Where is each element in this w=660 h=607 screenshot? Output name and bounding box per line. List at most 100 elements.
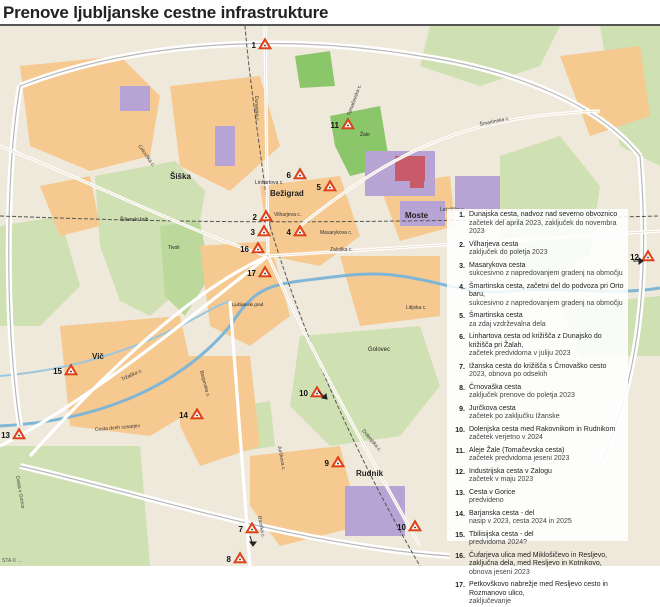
legend-item-text: Šmartinska cesta za zdaj vzdrževalna dela [469,312,546,329]
legend-item: 9. Jurčkova cesta začetek po zaključku Iža… [453,405,624,422]
worker-icon [329,186,331,189]
legend-item-number: 9. [459,405,465,413]
worker-icon [257,248,259,251]
legend-item: 1. Dunajska cesta, nadvoz nad severno obv… [453,211,624,237]
legend-item-name: Jurčkova cesta [469,404,516,412]
legend-item-description: začetek predvidoma v juliju 2023 [469,350,571,357]
legend-item-text: Vilharjeva cesta zaključek do poletja 202… [469,241,548,258]
legend-item-name: Petkovškovo nabrežje med Resljevo cesto … [469,581,608,597]
legend-item-text: Tbilisijska cesta - del predvidoma 2024? [469,531,534,548]
legend-item-text: Dunajska cesta, nadvoz nad severno obvoz… [469,211,624,237]
street-label-dunajska: Dunajska c. [253,96,260,122]
legend-item-number: 4. [459,283,465,291]
legend-item-number: 8. [459,384,465,392]
marker-number: 3 [251,228,256,237]
area-label-siska: Šiška [170,172,191,181]
worker-icon [264,272,266,275]
worker-icon [347,124,349,127]
legend-item-description: za zdaj vzdrževalna dela [469,320,546,328]
credit: STA © ... [2,558,22,564]
worker-icon [239,558,241,561]
legend-item-number: 16. [455,552,465,560]
legend-item-name: Črnovaška cesta [469,383,522,391]
legend-item-name: Aleje Žale (Tomačevska cesta) [469,446,565,454]
map-title: Prenove ljubljanske cestne infrastruktur… [3,3,329,22]
worker-icon [251,528,253,531]
marker-number: 16 [240,245,249,254]
legend-item-text: Ižanska cesta do križišča s Črnovaško ce… [469,363,606,380]
area-label-golovec: Golovec [368,347,390,353]
marker-number: 6 [287,171,292,180]
legend-item-text: Industrijska cesta v Zalogu začetek v maj… [469,468,552,485]
marker-number: 9 [325,459,330,468]
worker-icon [316,392,318,395]
legend-item: 13. Cesta v Gorice predvideno [453,489,624,506]
area-label-vic: Vič [92,352,104,361]
legend-item: 12. Industrijska cesta v Zalogu začetek v … [453,468,624,485]
marker-number: 10 [299,389,308,398]
project-legend: 1. Dunajska cesta, nadvoz nad severno obv… [447,209,628,605]
legend-item-description: predvideno [469,497,504,504]
legend-item-number: 3. [459,262,465,270]
marker-number: 1 [252,41,257,50]
legend-item: 2. Vilharjeva cesta zaključek do poletja 2… [453,241,624,258]
worker-icon [18,434,20,437]
legend-item-name: Linhartova cesta od križišča z Dunajsko … [469,333,602,349]
legend-item-text: Jurčkova cesta začetek po zaključku Ižans… [469,405,560,422]
worker-icon [70,370,72,373]
legend-item-text: Cesta v Gorice predvideno [469,489,515,506]
legend-item-text: Barjanska cesta - del nasip v 2023, cesta… [469,510,572,527]
street-label-zaloska: Zaloška c. [330,247,353,253]
marker-number: 4 [287,228,292,237]
street-label-linhartova: Linhartova c. [255,180,284,186]
marker-number: 8 [227,555,232,564]
legend-item-text: Linhartova cesta od križišča z Dunajsko … [469,333,624,359]
street-label-vilharjeva: Vilharjeva c. [274,212,301,218]
legend-item: 14. Barjanska cesta - del nasip v 2023, ce… [453,510,624,527]
marker-number: 5 [317,183,322,192]
legend-item-number: 6. [459,334,465,341]
marker-number: 10 [397,523,406,532]
area-label-bezigrad: Bežigrad [270,189,304,198]
legend-item-description: predvidoma 2024? [469,539,527,546]
legend-item-description: začetek v maju 2023 [469,476,534,483]
marker-number: 2 [253,213,258,222]
area-label-rudnik: Rudnik [356,469,384,478]
street-label-masarykova: Masarykova c. [320,230,352,236]
worker-icon [647,256,649,259]
legend-item-number: 15. [455,531,465,539]
area-label-moste: Moste [405,211,429,220]
legend-item-number: 2. [459,241,465,249]
legend-item: 3. Masarykova cesta sukcesivno z napredova… [453,262,624,279]
legend-item-name: Masarykova cesta [469,261,526,269]
legend-item-name: Ižanska cesta do križišča s Črnovaško ce… [469,362,607,370]
legend-item-name: Vilharjeva cesta [469,240,519,248]
area-label-tivoli: Tivoli [168,245,179,251]
marker-number: 13 [1,431,10,440]
legend-item-description: sukcesivno z napredovanjem gradenj na ob… [469,270,623,277]
legend-item-description: zaključek do poletja 2023 [469,249,548,256]
legend-item-number: 14. [455,510,465,518]
legend-item-number: 5. [459,313,465,320]
legend-item-text: Petkovškovo nabrežje med Resljevo cesto … [469,581,624,607]
legend-item-number: 7. [459,363,465,371]
legend-item-number: 10. [455,426,465,434]
legend-item: 5. Šmartinska cesta za zdaj vzdrževalna de… [453,312,624,329]
legend-item-description: 2023, obnova po odsekih [469,371,548,378]
legend-item-description: začetek del aprila 2023, zaključek do no… [469,219,617,236]
worker-icon [337,462,339,465]
area-label-zale: Žale [360,130,370,138]
legend-item: 6. Linhartova cesta od križišča z Dunajsk… [453,333,624,359]
legend-item-description: začetek predvidoma jeseni 2023 [469,455,570,462]
worker-icon [265,216,267,219]
legend-item: 11. Aleje Žale (Tomačevska cesta) začetek … [453,447,624,464]
legend-item: 4. Šmartinska cesta, začetni del do podvo… [453,283,624,309]
legend-item-description: nasip v 2023, cesta 2024 in 2025 [469,518,572,525]
area-label-sisenski-hrib: Šišenski hrib [120,216,149,223]
legend-item-text: Šmartinska cesta, začetni del do podvoza… [469,283,624,309]
marker-number: 17 [247,269,256,278]
marker-number: 11 [331,121,340,130]
legend-item-description: zaključek prenove do poletja 2023 [469,392,575,399]
legend-item: 16. Čufarjeva ulica med Miklošičevo in Re… [453,552,624,578]
legend-item-name: Industrijska cesta v Zalogu [469,467,552,475]
